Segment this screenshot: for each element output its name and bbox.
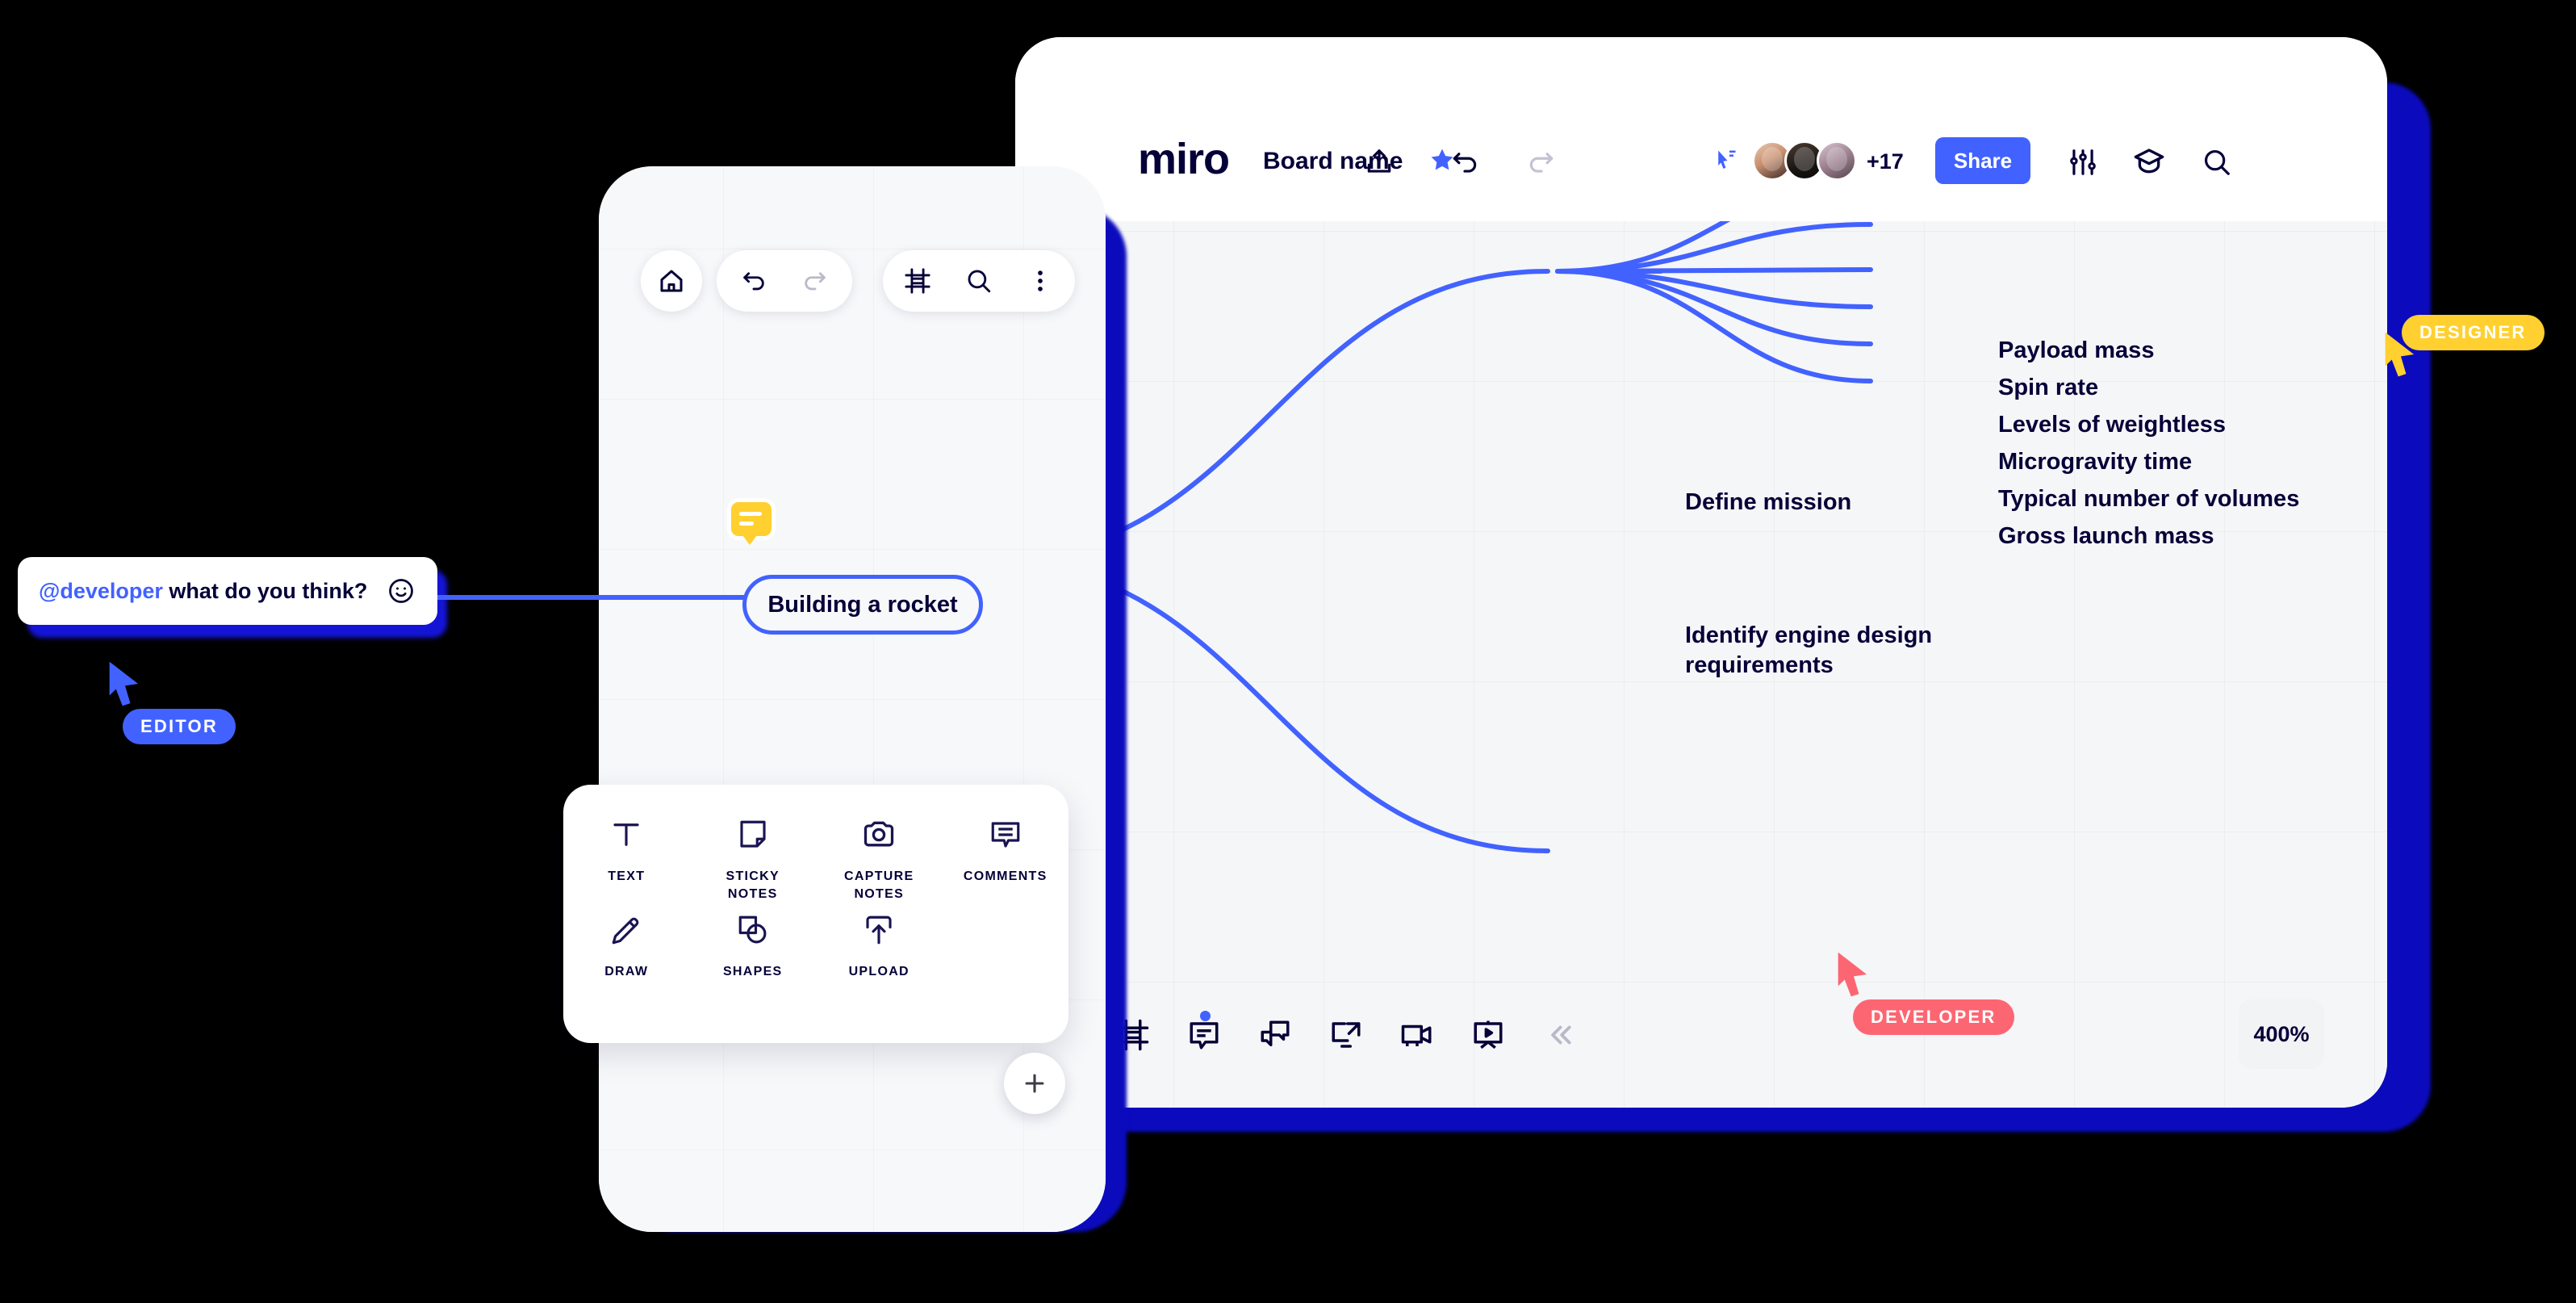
screen-share-icon[interactable] [1325,1014,1367,1056]
cursor-label: DESIGNER [2402,315,2545,350]
comment-bubble[interactable]: @developer what do you think? [18,557,437,625]
tool-label: COMMENTS [963,869,1048,883]
pencil-icon [609,907,643,953]
tool-label: STICKY NOTES [726,869,780,901]
mindmap-leaf-payload-mass[interactable]: Payload mass [1998,336,2154,366]
mindmap-leaf-microgravity-time[interactable]: Microgravity time [1998,447,2192,477]
collaborator-overflow-count[interactable]: +17 [1867,149,1904,174]
desktop-header: miro Board name +17 Share [1015,37,2387,221]
cursor-label: DEVELOPER [1853,999,2014,1035]
mindmap-leaf-gross-launch-mass[interactable]: Gross launch mass [1998,522,2214,551]
home-icon[interactable] [641,250,702,312]
tool-upload[interactable]: UPLOAD [816,907,943,981]
board-canvas[interactable]: Define mission Identify engine design re… [1015,221,2387,1108]
tool-text[interactable]: TEXT [563,812,690,903]
camera-icon [861,812,897,857]
mobile-tools-panel: TEXT STICKY NOTES CAPTURE NOTES COMMENTS… [563,785,1068,1043]
zoom-level-indicator[interactable]: 400% [2239,999,2324,1069]
mindmap-leaf-spin-rate[interactable]: Spin rate [1998,373,2098,403]
search-icon[interactable] [2195,140,2239,184]
frames-icon[interactable] [887,250,948,312]
mobile-tools-grid: TEXT STICKY NOTES CAPTURE NOTES COMMENTS… [563,812,1068,981]
upload-icon [862,907,896,953]
undo-icon[interactable] [1443,140,1487,184]
tool-capture-notes[interactable]: CAPTURE NOTES [816,812,943,903]
cursor-label: EDITOR [123,709,236,744]
settings-sliders-icon[interactable] [2061,140,2105,184]
mindmap-node-define-mission[interactable]: Define mission [1685,488,1851,517]
mindmap-leaf-typical-number-of-volumes[interactable]: Typical number of volumes [1998,484,2299,514]
add-button[interactable] [1004,1053,1065,1114]
badge-line [739,522,754,526]
chat-icon[interactable] [1254,1014,1296,1056]
graduation-cap-icon[interactable] [2127,140,2171,184]
tool-label: SHAPES [722,965,783,979]
smiley-icon[interactable] [386,576,416,606]
board-bottom-toolbar [1112,1011,1580,1056]
mindmap-root-node[interactable]: Building a rocket [742,575,983,635]
redo-icon[interactable] [784,250,846,312]
collaborator-avatars[interactable] [1713,140,1857,181]
upload-icon[interactable] [1357,140,1401,184]
undo-redo-group [717,250,852,312]
tool-label: TEXT [608,869,646,883]
home-button[interactable] [641,250,702,312]
avatar[interactable] [1817,140,1857,181]
mention-developer[interactable]: @developer [39,579,163,603]
cursor-arrow-icon [107,660,144,707]
tool-sticky-notes[interactable]: STICKY NOTES [690,812,817,903]
undo-icon[interactable] [723,250,784,312]
badge-line [739,512,762,516]
tool-label: DRAW [604,965,649,979]
cursor-arrow-icon [1835,951,1872,998]
mobile-actions-group [883,250,1075,312]
tool-label: CAPTURE NOTES [844,869,914,901]
tools-grid-spacer [943,907,1069,981]
sticky-comment-badge[interactable] [731,502,772,545]
tool-draw[interactable]: DRAW [563,907,690,981]
presentation-icon[interactable] [1467,1014,1509,1056]
search-icon[interactable] [948,250,1010,312]
tool-comments[interactable]: COMMENTS [943,812,1069,903]
mindmap-leaf-levels-of-weightless[interactable]: Levels of weightless [1998,410,2226,440]
tool-shapes[interactable]: SHAPES [690,907,817,981]
redo-icon[interactable] [1520,140,1563,184]
miro-logo[interactable]: miro [1138,134,1230,184]
collapse-icon[interactable] [1538,1014,1580,1056]
comment-text: @developer what do you think? [39,579,367,604]
tool-label: UPLOAD [848,965,910,979]
sticky-notes-icon [736,812,770,857]
more-menu-icon[interactable] [1010,250,1071,312]
cursor-pointer-icon[interactable] [1713,149,1738,173]
comment-icon [989,812,1022,857]
mindmap-node-engine-requirements[interactable]: Identify engine design requirements [1685,621,1932,681]
screenshot-stage: miro Board name +17 Share Define mission… [0,0,2576,1303]
desktop-board-window: miro Board name +17 Share Define mission… [1015,37,2387,1108]
comment-body: what do you think? [162,578,368,603]
shapes-icon [736,907,770,953]
video-chat-icon[interactable] [1396,1014,1438,1056]
comments-icon[interactable] [1183,1011,1225,1056]
share-button[interactable]: Share [1935,137,2030,184]
comments-notification-dot [1200,1011,1211,1021]
mobile-toolbar [599,250,1106,328]
text-icon [609,812,643,857]
